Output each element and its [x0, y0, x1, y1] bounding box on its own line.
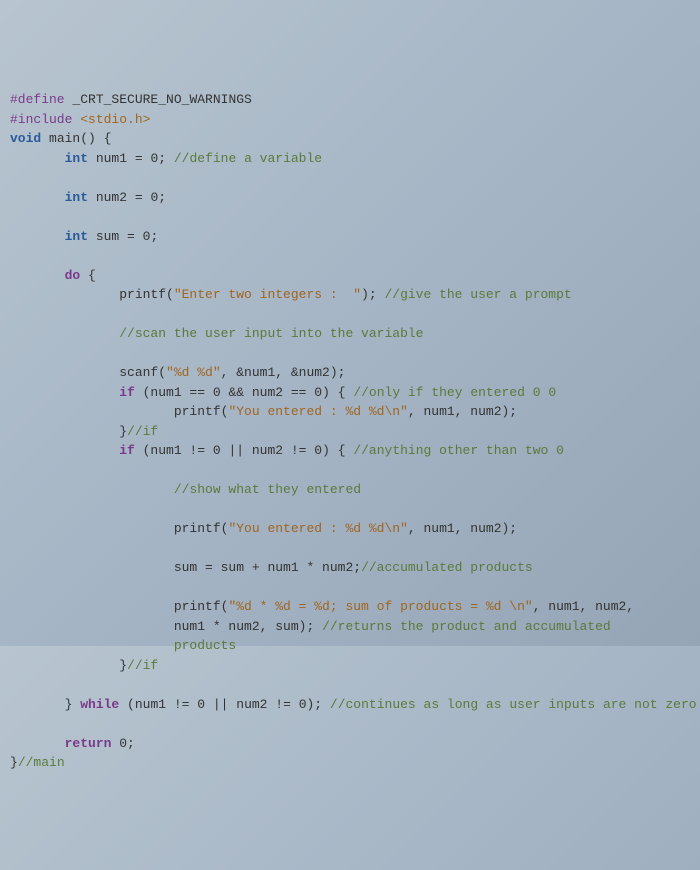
code-line: return 0; — [10, 734, 690, 754]
code-line: do { — [10, 266, 690, 286]
code-line — [10, 207, 690, 227]
code-line: //scan the user input into the variable — [10, 324, 690, 344]
code-line — [10, 461, 690, 481]
code-line — [10, 578, 690, 598]
code-line: printf("Enter two integers : "); //give … — [10, 285, 690, 305]
code-line: scanf("%d %d", &num1, &num2); — [10, 363, 690, 383]
code-line — [10, 246, 690, 266]
code-line: if (num1 != 0 || num2 != 0) { //anything… — [10, 441, 690, 461]
code-line: }//if — [10, 422, 690, 442]
code-line — [10, 539, 690, 559]
code-line: //show what they entered — [10, 480, 690, 500]
code-line — [10, 675, 690, 695]
code-line: #include <stdio.h> — [10, 110, 690, 130]
code-line: }//if — [10, 656, 690, 676]
code-block: #define _CRT_SECURE_NO_WARNINGS#include … — [10, 90, 690, 773]
code-line: #define _CRT_SECURE_NO_WARNINGS — [10, 90, 690, 110]
code-line — [10, 305, 690, 325]
code-line — [10, 344, 690, 364]
code-line: int sum = 0; — [10, 227, 690, 247]
code-line: printf("%d * %d = %d; sum of products = … — [10, 597, 690, 617]
code-line — [10, 168, 690, 188]
code-line: int num2 = 0; — [10, 188, 690, 208]
code-line: int num1 = 0; //define a variable — [10, 149, 690, 169]
code-line: sum = sum + num1 * num2;//accumulated pr… — [10, 558, 690, 578]
code-line: if (num1 == 0 && num2 == 0) { //only if … — [10, 383, 690, 403]
code-line: printf("You entered : %d %d\n", num1, nu… — [10, 402, 690, 422]
code-line — [10, 714, 690, 734]
code-line: void main() { — [10, 129, 690, 149]
code-line: }//main — [10, 753, 690, 773]
code-line: num1 * num2, sum); //returns the product… — [10, 617, 690, 637]
code-line: printf("You entered : %d %d\n", num1, nu… — [10, 519, 690, 539]
code-line — [10, 500, 690, 520]
code-line: } while (num1 != 0 || num2 != 0); //cont… — [10, 695, 690, 715]
